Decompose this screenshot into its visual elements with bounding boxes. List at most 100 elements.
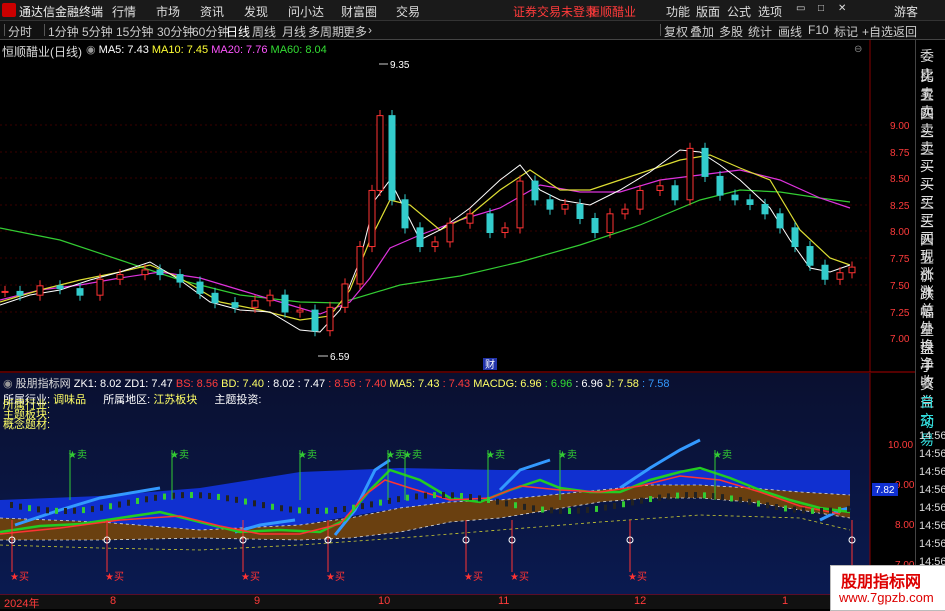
sub-value: : 7.47 (297, 378, 326, 390)
sell-signal-label: ★卖 (68, 449, 87, 461)
sub-dropdown-icon[interactable]: ◉ (3, 378, 13, 390)
btn-statistics[interactable]: 统计 (748, 23, 772, 40)
sub-bar (757, 500, 760, 507)
btn-back[interactable]: 返回 (893, 23, 917, 40)
sub-bar (478, 495, 481, 502)
tab-multi-period[interactable]: 多周期 (308, 23, 344, 40)
extra-line: 概念题材: (3, 419, 51, 431)
sub-bar (586, 506, 589, 513)
sub-bar (613, 502, 616, 509)
buy-signal-label: ★买 (105, 571, 124, 583)
sub-bar (154, 494, 157, 501)
guest-user[interactable]: 游客 (894, 3, 918, 20)
tab-more[interactable]: 更多 (343, 23, 367, 40)
tab-intraday[interactable]: 分时 (8, 23, 32, 40)
menu-news[interactable]: 资讯 (200, 3, 224, 20)
tab-weekly[interactable]: 周线 (252, 23, 276, 40)
sub-y-axis: 10.00 9.00 8.00 7.00 (888, 440, 915, 571)
sub-bar (748, 498, 751, 505)
tab-daily[interactable]: 日线 (226, 23, 250, 40)
btn-add-favorite[interactable]: +自选 (862, 23, 893, 40)
x-tick: 9 (254, 595, 261, 607)
sub-bar (334, 507, 337, 514)
watermark-url: www.7gpzb.com (839, 590, 934, 605)
sub-bar (604, 504, 607, 511)
btn-f10[interactable]: F10 (808, 23, 829, 37)
tab-15min[interactable]: 15分钟 (116, 23, 153, 40)
candle-body (731, 194, 739, 201)
candle-body (356, 246, 364, 285)
buy-signal-label: ★买 (628, 571, 647, 583)
candle-body (446, 222, 454, 243)
menu-functions[interactable]: 功能 (666, 3, 690, 20)
sell-signal-label: ★卖 (403, 449, 422, 461)
sub-bar (217, 493, 220, 500)
buy-signal-label: ★买 (464, 571, 483, 583)
sub-bar (136, 497, 139, 504)
tab-30min[interactable]: 30分钟 (157, 23, 194, 40)
menu-formula[interactable]: 公式 (727, 3, 751, 20)
sub-value: : 8.56 (328, 378, 356, 390)
candle-body (281, 294, 289, 313)
sell-signal-label: ★卖 (486, 449, 505, 461)
candle-body (621, 208, 629, 215)
menu-trade[interactable]: 交易 (396, 3, 420, 20)
tab-1min[interactable]: 1分钟 (48, 23, 79, 40)
menu-layout[interactable]: 版面 (696, 3, 720, 20)
sub-value: : 8.02 (267, 378, 295, 390)
sub-bar (595, 505, 598, 512)
time-row: 14:56 (919, 538, 945, 550)
candle-body (791, 227, 799, 248)
chart-area[interactable]: 9.35 6.59 9.00 8.75 8.50 8.25 8.00 7.75 … (0, 40, 915, 595)
sub-bar (775, 504, 778, 511)
candle-body (606, 213, 614, 234)
period-toolbar: 分时 1分钟 5分钟 15分钟 30分钟 60分钟 日线 周线 月线 多周期 更… (0, 21, 945, 40)
login-notice[interactable]: 证券交易未登录 (513, 3, 597, 20)
candle-body (656, 185, 664, 191)
menu-options[interactable]: 选项 (758, 3, 782, 20)
ma60-label: MA60: 8.04 (270, 44, 327, 56)
btn-draw[interactable]: 画线 (778, 23, 802, 40)
menu-wealth-circle[interactable]: 财富圈 (341, 3, 377, 20)
tab-60min[interactable]: 60分钟 (192, 23, 229, 40)
region-value: 江苏板块 (153, 394, 198, 406)
candle-body (311, 309, 319, 332)
sub-bar (397, 496, 400, 503)
sub-value: BS: 8.56 (175, 378, 219, 390)
btn-overlay[interactable]: 叠加 (690, 23, 714, 40)
chevron-right-icon[interactable]: › (368, 23, 372, 37)
menu-ask[interactable]: 问小达 (288, 3, 324, 20)
main-ytick: 8.00 (890, 227, 910, 238)
candle-body (251, 300, 259, 308)
btn-adjust[interactable]: 复权 (664, 23, 688, 40)
current-price-label: 7.82 (875, 485, 895, 496)
time-row: 14:56 (919, 448, 945, 460)
sub-value: : 7.58 (642, 378, 670, 390)
menu-market-quotes[interactable]: 行情 (112, 3, 136, 20)
btn-mark[interactable]: 标记 (834, 23, 858, 40)
chart-zoom-icon[interactable]: ⊖ (854, 44, 862, 55)
tab-5min[interactable]: 5分钟 (82, 23, 113, 40)
minimize-button[interactable]: ▭ (796, 3, 805, 14)
sub-value: ZD1: 7.47 (124, 378, 173, 390)
high-price-label: 9.35 (390, 60, 410, 71)
close-button[interactable]: ✕ (838, 3, 846, 14)
tab-monthly[interactable]: 月线 (282, 23, 306, 40)
menu-market[interactable]: 市场 (156, 3, 180, 20)
sub-bar (370, 501, 373, 508)
candle-body (266, 294, 274, 302)
btn-multi-stock[interactable]: 多股 (719, 23, 743, 40)
menu-discover[interactable]: 发现 (244, 3, 268, 20)
sub-bar (640, 497, 643, 504)
candle-body (531, 180, 539, 201)
candle-body (376, 115, 384, 191)
candle-body (56, 285, 64, 290)
main-ytick: 7.25 (890, 308, 910, 319)
dropdown-icon[interactable]: ◉ (86, 44, 96, 56)
sub-bar (262, 502, 265, 509)
main-ytick: 9.00 (890, 121, 910, 132)
candle-body (156, 269, 164, 276)
restore-button[interactable]: □ (818, 3, 824, 14)
sub-value: J: 7.58 (605, 378, 639, 390)
ma10-label: MA10: 7.45 (151, 44, 209, 56)
